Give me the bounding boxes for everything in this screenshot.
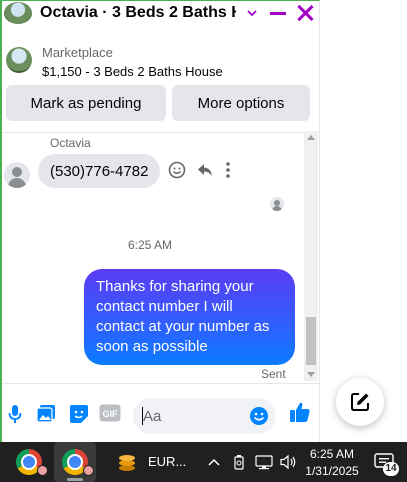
chevron-down-icon[interactable] bbox=[246, 7, 258, 19]
listing-title[interactable]: $1,150 - 3 Beds 2 Baths House bbox=[42, 64, 223, 79]
chat-header[interactable]: Octavia · 3 Beds 2 Baths H... bbox=[2, 1, 320, 25]
sender-name: Octavia bbox=[50, 136, 91, 150]
message-status: Sent bbox=[261, 367, 286, 381]
incoming-message-bubble[interactable]: (530)776-4782 bbox=[38, 154, 161, 188]
listing-thumbnail-small[interactable] bbox=[6, 47, 32, 73]
reply-icon[interactable] bbox=[196, 161, 214, 179]
message-thread: Octavia (530)776-4782 6:25 AM Thanks for… bbox=[2, 134, 320, 381]
mark-as-pending-button[interactable]: Mark as pending bbox=[6, 85, 166, 121]
outgoing-message-bubble[interactable]: Thanks for sharing your contact number I… bbox=[84, 269, 295, 365]
photo-icon[interactable] bbox=[36, 404, 56, 424]
marketplace-label: Marketplace bbox=[42, 45, 113, 60]
message-timestamp: 6:25 AM bbox=[127, 238, 173, 252]
clock-date[interactable]: 1/31/2025 bbox=[304, 464, 360, 478]
screen: Octavia · 3 Beds 2 Baths H... Marketplac… bbox=[0, 0, 407, 482]
gif-icon[interactable]: GIF bbox=[99, 404, 121, 422]
taskbar-chrome-profile-2[interactable] bbox=[54, 442, 96, 482]
windows-taskbar: EUR... 6:25 AM 1/31/2025 14 bbox=[0, 442, 407, 482]
active-app-indicator bbox=[67, 478, 83, 481]
microphone-icon[interactable] bbox=[8, 404, 22, 424]
clock-time[interactable]: 6:25 AM bbox=[304, 447, 360, 461]
listing-thumbnail[interactable] bbox=[4, 2, 32, 24]
coins-icon[interactable] bbox=[116, 451, 138, 473]
thread-scrollbar[interactable] bbox=[304, 131, 318, 381]
message-input[interactable]: Aa bbox=[133, 398, 276, 434]
message-actions bbox=[168, 161, 232, 179]
close-icon[interactable] bbox=[296, 4, 314, 22]
scroll-down-arrow[interactable] bbox=[307, 372, 315, 377]
marketplace-listing-panel: Marketplace $1,150 - 3 Beds 2 Baths Hous… bbox=[2, 37, 320, 133]
battery-saver-icon[interactable] bbox=[233, 454, 245, 470]
message-input-placeholder: Aa bbox=[143, 408, 162, 425]
scroll-up-arrow[interactable] bbox=[307, 135, 315, 140]
sticker-icon[interactable] bbox=[69, 404, 89, 424]
messenger-chat-window: Octavia · 3 Beds 2 Baths H... Marketplac… bbox=[0, 0, 320, 442]
svg-text:GIF: GIF bbox=[103, 409, 119, 419]
seen-indicator-avatar bbox=[270, 197, 284, 211]
sender-avatar[interactable] bbox=[4, 162, 30, 188]
scrollbar-thumb[interactable] bbox=[306, 317, 316, 365]
volume-icon[interactable] bbox=[279, 454, 297, 470]
emoji-icon[interactable] bbox=[249, 406, 269, 426]
notification-count-badge: 14 bbox=[383, 462, 399, 476]
emoji-react-icon[interactable] bbox=[168, 161, 186, 179]
network-icon[interactable] bbox=[255, 454, 273, 470]
minimize-icon[interactable] bbox=[270, 11, 286, 15]
profile-badge-icon bbox=[83, 465, 94, 476]
more-vertical-icon[interactable] bbox=[224, 161, 232, 179]
compose-message-icon bbox=[351, 393, 369, 411]
chat-title[interactable]: Octavia · 3 Beds 2 Baths H... bbox=[40, 4, 236, 22]
new-message-button[interactable] bbox=[336, 378, 384, 426]
thumbs-up-icon[interactable] bbox=[289, 401, 311, 423]
taskbar-chrome-profile-1[interactable] bbox=[8, 442, 50, 482]
taskbar-app-eur[interactable]: EUR... bbox=[148, 454, 186, 469]
message-composer: GIF Aa bbox=[2, 383, 320, 441]
more-options-button[interactable]: More options bbox=[172, 85, 310, 121]
chevron-up-icon[interactable] bbox=[208, 457, 220, 467]
profile-badge-icon bbox=[37, 465, 48, 476]
